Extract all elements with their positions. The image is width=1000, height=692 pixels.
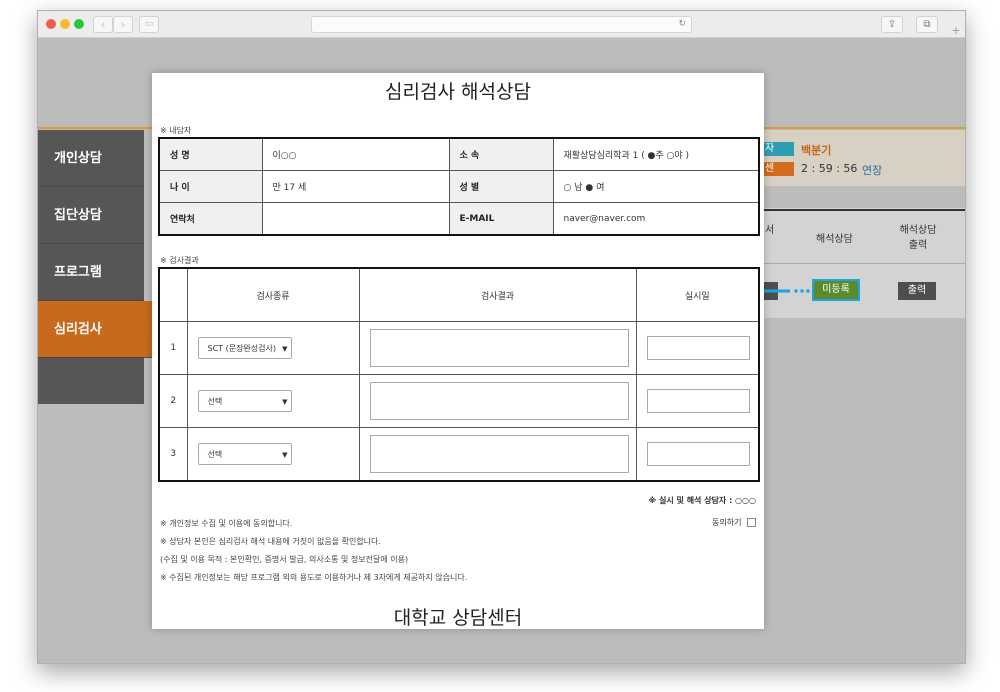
title-bar: ‹ › ▭ ↻ ⇪ ⧉ + [38, 11, 965, 38]
notice-line: ※ 개인정보 수집 및 이용에 동의합니다. [160, 519, 293, 528]
gender-label: 성 별 [448, 170, 554, 203]
table-row: 2 선택 ▼ [158, 374, 760, 428]
row-number: 3 [158, 427, 188, 482]
table-row: 3 선택 ▼ [158, 427, 760, 482]
notice-line: (수집 및 이용 목적 : 본인확인, 증명서 발급, 의사소통 및 정보전달에… [160, 555, 409, 564]
test-result-textarea[interactable] [369, 329, 629, 367]
test-type-select-value: 선택 [207, 450, 223, 459]
age-value: 만 17 세 [261, 170, 450, 203]
test-type-select-value: SCT (문장완성검사) [207, 344, 277, 353]
test-result-cell [358, 374, 637, 428]
gender-value: ○ 남 ● 여 [552, 170, 760, 203]
test-result-header: 검사결과 [358, 267, 637, 322]
extend-link[interactable]: 연장 [862, 162, 882, 178]
age-label: 나 이 [158, 170, 263, 203]
test-result-textarea[interactable] [369, 435, 629, 473]
test-type-select[interactable]: 선택 ▼ [197, 443, 292, 465]
chevron-down-icon: ▼ [282, 345, 288, 353]
counselor-name: 백분기 [801, 144, 832, 157]
maximize-window-button[interactable] [74, 19, 84, 29]
session-badge: 센 [762, 162, 794, 176]
close-window-button[interactable] [46, 19, 56, 29]
share-icon[interactable]: ⇪ [881, 16, 903, 33]
email-label: E-MAIL [448, 202, 554, 236]
test-type-select[interactable]: 선택 ▼ [197, 390, 292, 412]
column-header-print-line2: 출력 [908, 240, 928, 251]
minimize-window-button[interactable] [60, 19, 70, 29]
test-type-cell: 선택 ▼ [186, 374, 360, 428]
table-top-rule [758, 209, 965, 211]
modal-title: 심리검사 해석상담 [385, 81, 531, 103]
table-row: 1 SCT (문장완성검사) ▼ [158, 321, 760, 375]
agree-area: 동의하기 [712, 517, 756, 528]
affiliation-label: 소 속 [448, 137, 554, 171]
test-results-table: 검사종류 검사결과 실시일 1 SCT (문장완성검사) ▼ 2 선택 ▼ 3 선택… [158, 267, 760, 482]
test-type-header: 검사종류 [186, 267, 360, 322]
column-header-interpretation: 해석상담 [816, 234, 853, 245]
forward-icon[interactable]: › [113, 16, 133, 33]
counselor-badge: 자 [762, 142, 794, 156]
results-section-label: ※ 검사결과 [160, 256, 199, 265]
table-row: 성 명 이○○ 소 속 재활상담심리학과 1 ( ●주 ○야 ) [158, 137, 760, 171]
test-date-cell [635, 427, 760, 482]
row-number: 1 [158, 321, 188, 375]
test-date-input[interactable] [646, 389, 750, 413]
counselor-line: ※ 실시 및 해석 상담자 : ○○○ [648, 496, 756, 505]
client-info-table: 성 명 이○○ 소 속 재활상담심리학과 1 ( ●주 ○야 ) 나 이 만 1… [158, 137, 760, 236]
agree-checkbox[interactable] [747, 518, 756, 527]
notice-line: ※ 상담자 본인은 심리검사 해석 내용에 거짓이 없음을 확인합니다. [160, 537, 381, 546]
name-value: 이○○ [261, 137, 450, 171]
sidebar-toggle-icon[interactable]: ▭ [139, 16, 159, 33]
test-type-cell: SCT (문장완성검사) ▼ [186, 321, 360, 375]
sidebar-item-psych-test[interactable]: 심리검사 [38, 301, 152, 358]
sidebar-item-group[interactable]: 집단상담 [38, 187, 144, 244]
table-row: 나 이 만 17 세 성 별 ○ 남 ● 여 [158, 170, 760, 203]
notice-line: ※ 수집된 개인정보는 해당 프로그램 외의 용도로 이용하거나 제 3자에게 … [160, 573, 468, 582]
affiliation-value: 재활상담심리학과 1 ( ●주 ○야 ) [552, 137, 760, 171]
test-date-cell [635, 321, 760, 375]
test-date-input[interactable] [646, 336, 750, 360]
number-header [158, 267, 188, 322]
center-name: 대학교 상담센터 [393, 607, 523, 629]
session-timer: 2 : 59 : 56 [801, 162, 858, 175]
test-date-cell [635, 374, 760, 428]
chevron-down-icon: ▼ [282, 451, 288, 459]
back-icon[interactable]: ‹ [93, 16, 113, 33]
row-number: 2 [158, 374, 188, 428]
table-header-rule [758, 263, 965, 264]
test-date-input[interactable] [646, 442, 750, 466]
table-header-row: 검사종류 검사결과 실시일 [158, 267, 760, 322]
reload-icon[interactable]: ↻ [678, 17, 686, 32]
client-section-label: ※ 내담자 [160, 126, 192, 135]
email-value: naver@naver.com [552, 202, 760, 236]
column-header-partial: 서 [765, 225, 775, 236]
test-result-textarea[interactable] [369, 382, 629, 420]
column-header-print-line1: 해석상담 [899, 225, 937, 236]
test-type-select[interactable]: SCT (문장완성검사) ▼ [197, 337, 292, 359]
interpretation-modal: 심리검사 해석상담 ※ 내담자 성 명 이○○ 소 속 재활상담심리학과 1 (… [152, 73, 764, 629]
test-date-header: 실시일 [635, 267, 760, 322]
column-header-print: 해석상담 출력 [895, 221, 941, 251]
unregistered-button[interactable]: 미등록 [814, 281, 858, 299]
tabs-icon[interactable]: ⧉ [916, 16, 938, 33]
unregistered-button-highlight[interactable]: 미등록 [812, 279, 860, 301]
contact-value [261, 202, 450, 236]
test-result-cell [358, 427, 637, 482]
name-label: 성 명 [158, 137, 263, 171]
test-type-cell: 선택 ▼ [186, 427, 360, 482]
sidebar: 개인상담 집단상담 프로그램 심리검사 [38, 130, 152, 404]
print-button[interactable]: 출력 [898, 282, 936, 300]
contact-label: 연락처 [158, 202, 263, 236]
agree-label: 동의하기 [712, 518, 742, 527]
new-tab-icon[interactable]: + [949, 25, 963, 37]
table-row: 연락처 E-MAIL naver@naver.com [158, 202, 760, 236]
address-bar[interactable]: ↻ [311, 16, 692, 33]
sidebar-item-program[interactable]: 프로그램 [38, 244, 144, 301]
test-type-select-value: 선택 [207, 397, 223, 406]
sidebar-item-individual[interactable]: 개인상담 [38, 130, 144, 187]
test-result-cell [358, 321, 637, 375]
chevron-down-icon: ▼ [282, 398, 288, 406]
